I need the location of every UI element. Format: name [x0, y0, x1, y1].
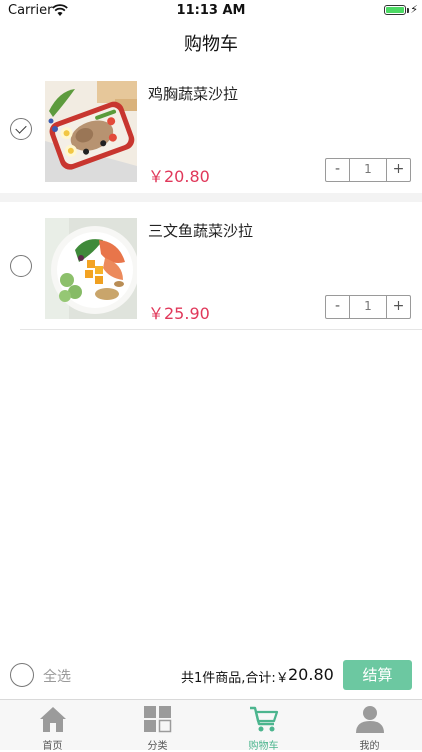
select-all-label[interactable]: 全选 [43, 666, 71, 686]
cart-item: 鸡胸蔬菜沙拉 ￥20.80 - 1 + [0, 66, 422, 194]
tab-cart[interactable]: 购物车 [211, 700, 316, 752]
product-price: ￥25.90 [148, 304, 210, 323]
decrement-button[interactable]: - [326, 296, 349, 318]
tab-profile[interactable]: 我的 [317, 700, 422, 752]
item-checkbox[interactable] [10, 255, 32, 277]
category-grid-icon [143, 706, 171, 733]
product-image-chicken-salad[interactable] [45, 81, 137, 182]
cart-item: 三文鱼蔬菜沙拉 ￥25.90 - 1 + [0, 202, 422, 330]
section-divider [0, 193, 422, 202]
quantity-input[interactable]: 1 [349, 159, 387, 181]
quantity-input[interactable]: 1 [349, 296, 387, 318]
total-summary-label: 共1件商品,合计:￥ [181, 671, 289, 686]
list-separator [20, 329, 422, 330]
battery-icon [384, 5, 406, 15]
increment-button[interactable]: + [387, 296, 410, 318]
checkout-button[interactable]: 结算 [343, 660, 412, 690]
tab-home[interactable]: 首页 [0, 700, 105, 752]
page-title: 购物车 [184, 34, 238, 55]
tab-category[interactable]: 分类 [105, 700, 210, 752]
item-checkbox[interactable] [10, 118, 32, 140]
person-icon [355, 706, 384, 733]
status-time: 11:13 AM [176, 3, 246, 18]
tab-bar: 首页 分类 购物车 我的 [0, 699, 422, 752]
cart-icon [249, 706, 278, 732]
increment-button[interactable]: + [387, 159, 410, 181]
home-icon [39, 707, 66, 732]
charging-icon: ⚡ [410, 3, 418, 16]
battery-tip [407, 8, 409, 13]
checkout-bar: 全选 共1件商品,合计:￥ 20.80 结算 [0, 653, 422, 699]
product-name[interactable]: 鸡胸蔬菜沙拉 [148, 83, 238, 104]
product-name[interactable]: 三文鱼蔬菜沙拉 [148, 220, 253, 241]
product-image-salmon-salad[interactable] [45, 218, 137, 319]
decrement-button[interactable]: - [326, 159, 349, 181]
select-all-checkbox[interactable] [10, 663, 34, 687]
quantity-stepper: - 1 + [325, 295, 411, 319]
quantity-stepper: - 1 + [325, 158, 411, 182]
product-price: ￥20.80 [148, 167, 210, 186]
total-amount: 20.80 [288, 665, 334, 684]
status-bar: Carrier 11:13 AM ⚡ [0, 0, 422, 22]
